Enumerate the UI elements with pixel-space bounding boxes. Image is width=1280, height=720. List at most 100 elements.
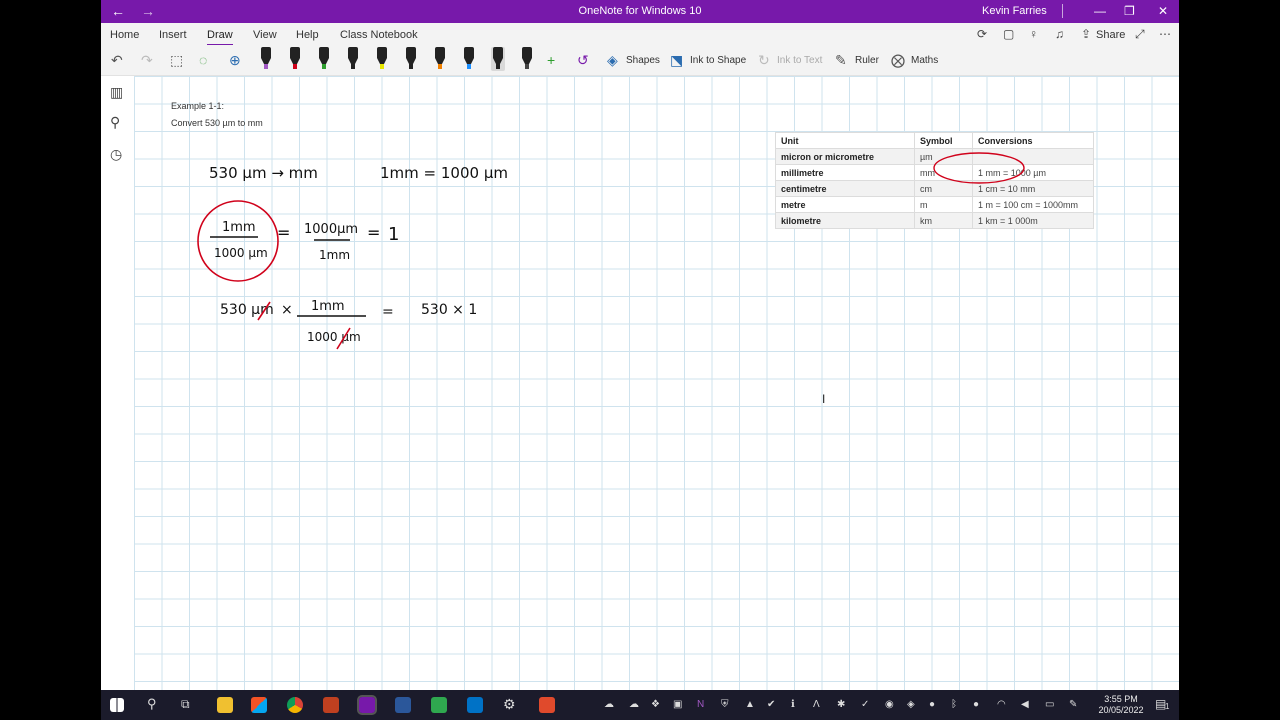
share-icon[interactable]: ⇪ xyxy=(1081,27,1091,41)
pen-workspace-icon[interactable]: ✎ xyxy=(1069,699,1077,710)
redo-icon[interactable]: ↷ xyxy=(141,52,153,68)
app-x-icon[interactable] xyxy=(323,697,339,713)
task-view-icon[interactable]: ⧉ xyxy=(181,697,190,712)
sync-icon[interactable]: ⟳ xyxy=(977,27,987,41)
outlook-icon[interactable] xyxy=(467,697,483,713)
search-icon[interactable]: ⚲ xyxy=(147,696,157,712)
tray-app2-icon[interactable]: ◉ xyxy=(885,699,894,710)
lasso-select-icon[interactable]: ◌ xyxy=(199,52,207,68)
ink-to-shape-icon: ⬔ xyxy=(670,52,684,68)
tab-insert[interactable]: Insert xyxy=(159,29,187,41)
add-pen-icon[interactable]: + xyxy=(547,52,555,68)
share-button[interactable]: Share xyxy=(1096,29,1125,41)
recorder-icon[interactable] xyxy=(539,697,555,713)
wifi-icon[interactable]: ◠ xyxy=(997,699,1006,710)
tray-security-icon[interactable]: ✔ xyxy=(767,699,775,710)
ink-replay-icon[interactable]: ↺ xyxy=(577,52,589,68)
tab-home[interactable]: Home xyxy=(110,29,139,41)
title-divider xyxy=(1062,4,1063,18)
page-canvas[interactable]: Example 1-1: Convert 530 µm to mm 530 µm… xyxy=(134,76,1179,690)
tray-mic-icon[interactable]: ● xyxy=(973,699,979,710)
notebook-icon[interactable]: ▢ xyxy=(1003,27,1014,41)
tray-bluetooth2-icon[interactable]: ᛒ xyxy=(951,699,957,710)
undo-icon[interactable]: ↶ xyxy=(111,52,123,68)
ink-fraction2-num: 1000µm xyxy=(304,222,358,237)
close-button[interactable]: ✕ xyxy=(1158,3,1168,19)
handwritten-ink[interactable]: 530 µm → mm 1mm = 1000 µm 1mm 1000 µm = … xyxy=(134,76,754,376)
symbol-cell[interactable]: m xyxy=(914,196,973,213)
tray-lime-icon[interactable]: ● xyxy=(929,699,935,710)
battery-icon[interactable]: ▭ xyxy=(1045,699,1054,710)
recent-clock-icon[interactable]: ◷ xyxy=(110,146,122,163)
onedrive-icon[interactable]: ☁ xyxy=(604,699,614,710)
minimize-button[interactable]: — xyxy=(1094,3,1106,19)
unit-cell[interactable]: centimetre xyxy=(775,180,915,197)
tray-warning-icon[interactable]: ▲ xyxy=(745,699,755,710)
ink-fraction3-den: 1000 µm xyxy=(307,330,361,344)
tray-a-icon[interactable]: Λ xyxy=(813,699,820,710)
search-icon[interactable]: ⚲ xyxy=(110,114,120,131)
word-icon[interactable] xyxy=(395,697,411,713)
clock[interactable]: 3:55 PM 20/05/2022 xyxy=(1091,694,1151,716)
unit-cell[interactable]: millimetre xyxy=(775,164,915,181)
ruler-button[interactable]: Ruler xyxy=(855,55,879,66)
cloud-icon[interactable]: ☁ xyxy=(629,699,639,710)
pen-orange-icon[interactable] xyxy=(433,47,447,71)
unit-cell[interactable]: kilometre xyxy=(775,212,915,229)
unit-cell[interactable]: micron or micrometre xyxy=(775,148,915,165)
store-icon[interactable] xyxy=(251,697,267,713)
pen-red-icon[interactable] xyxy=(288,47,302,71)
pen-body xyxy=(377,47,387,58)
tray-onenote-icon[interactable]: N xyxy=(697,699,704,710)
pen-color-swatch xyxy=(293,64,297,69)
ink-equals1: = xyxy=(277,223,290,242)
type-select-icon[interactable]: ⬚ xyxy=(170,52,183,68)
tray-info-icon[interactable]: ℹ xyxy=(791,699,795,710)
tray-shield2-icon[interactable]: ◈ xyxy=(907,699,915,710)
chrome-icon[interactable] xyxy=(287,697,303,713)
settings-gear-icon[interactable]: ⚙ xyxy=(503,696,516,713)
pen-black-icon[interactable] xyxy=(346,47,360,71)
shapes-icon: ◈ xyxy=(607,52,618,68)
tray-app-icon[interactable]: ❖ xyxy=(651,699,660,710)
fullscreen-icon[interactable]: ⤢ xyxy=(1135,27,1145,42)
conversion-cell[interactable]: 1 m = 100 cm = 1000mm xyxy=(972,196,1094,213)
pen-black-2-icon[interactable] xyxy=(404,47,418,71)
user-name[interactable]: Kevin Farries xyxy=(982,5,1047,17)
ink-fraction1-num: 1mm xyxy=(222,220,256,235)
ink-to-text-button[interactable]: Ink to Text xyxy=(777,55,822,66)
clock-time: 3:55 PM xyxy=(1104,694,1138,704)
shapes-button[interactable]: Shapes xyxy=(626,55,660,66)
tab-help[interactable]: Help xyxy=(296,29,319,41)
more-options-icon[interactable]: ⋯ xyxy=(1159,27,1171,41)
symbol-cell[interactable]: km xyxy=(914,212,973,229)
highlighter-black-icon[interactable] xyxy=(520,47,534,71)
pen-black-purple-icon[interactable] xyxy=(259,47,273,71)
add-space-icon[interactable]: ⊕ xyxy=(229,52,241,68)
file-explorer-icon[interactable] xyxy=(217,697,233,713)
pen-blue-icon[interactable] xyxy=(462,47,476,71)
tab-draw[interactable]: Draw xyxy=(207,29,233,46)
bell-icon[interactable]: ♫ xyxy=(1055,27,1064,41)
camtasia-icon[interactable] xyxy=(431,697,447,713)
tray-shield-icon[interactable]: ⛨ xyxy=(721,699,729,710)
onenote-taskbar-icon[interactable] xyxy=(357,695,377,715)
unit-cell[interactable]: metre xyxy=(775,196,915,213)
tray-check-icon[interactable]: ✓ xyxy=(861,699,869,710)
pen-green-icon[interactable] xyxy=(317,47,331,71)
volume-icon[interactable]: ◀ xyxy=(1021,699,1029,710)
tray-bluetooth-icon[interactable]: ✱ xyxy=(837,699,845,710)
conversion-cell[interactable]: 1 km = 1 000m xyxy=(972,212,1094,229)
highlighter-yellow-icon[interactable] xyxy=(375,47,389,71)
tab-view[interactable]: View xyxy=(253,29,277,41)
navigation-sidebar: ▥ ⚲ ◷ xyxy=(101,76,134,690)
notebooks-icon[interactable]: ▥ xyxy=(110,84,123,101)
tray-n-icon[interactable]: ▣ xyxy=(673,699,682,710)
maximize-button[interactable]: ❐ xyxy=(1124,3,1135,19)
ink-to-shape-button[interactable]: Ink to Shape xyxy=(690,55,746,66)
lightbulb-icon[interactable]: ♀ xyxy=(1029,27,1038,41)
tab-class-notebook[interactable]: Class Notebook xyxy=(340,29,418,41)
start-windows-icon[interactable] xyxy=(110,698,124,712)
maths-button[interactable]: Maths xyxy=(911,55,938,66)
pen-black-selected-icon[interactable] xyxy=(491,47,505,71)
